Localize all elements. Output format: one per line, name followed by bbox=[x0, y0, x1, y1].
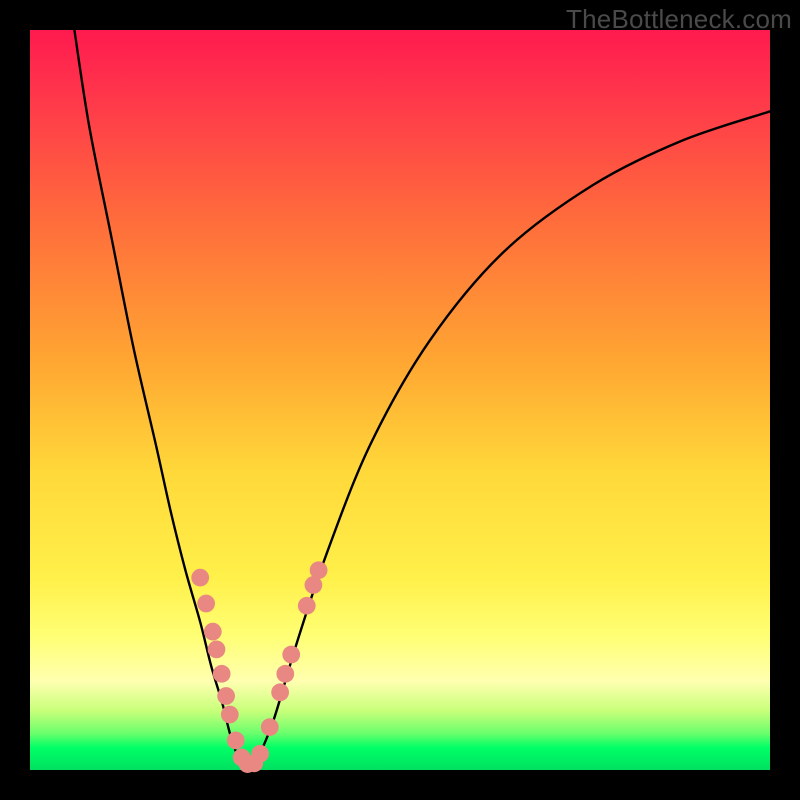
chart-marker bbox=[191, 569, 209, 587]
chart-marker bbox=[261, 718, 279, 736]
chart-marker bbox=[251, 745, 269, 763]
chart-marker bbox=[245, 754, 263, 772]
chart-marker bbox=[213, 665, 231, 683]
chart-marker bbox=[204, 623, 222, 641]
chart-marker bbox=[282, 646, 300, 664]
chart-marker bbox=[310, 561, 328, 579]
chart-marker bbox=[239, 755, 257, 773]
chart-marker bbox=[276, 665, 294, 683]
bottleneck-curve bbox=[74, 30, 770, 766]
chart-marker bbox=[271, 683, 289, 701]
chart-plot-area bbox=[30, 30, 770, 770]
chart-marker bbox=[217, 687, 235, 705]
chart-marker bbox=[305, 576, 323, 594]
chart-markers bbox=[191, 561, 327, 773]
chart-marker bbox=[221, 706, 239, 724]
chart-marker bbox=[233, 749, 251, 767]
chart-svg bbox=[30, 30, 770, 770]
chart-marker bbox=[197, 595, 215, 613]
chart-marker bbox=[208, 641, 226, 659]
chart-marker bbox=[298, 597, 316, 615]
chart-frame: TheBottleneck.com bbox=[0, 0, 800, 800]
chart-marker bbox=[227, 732, 245, 750]
